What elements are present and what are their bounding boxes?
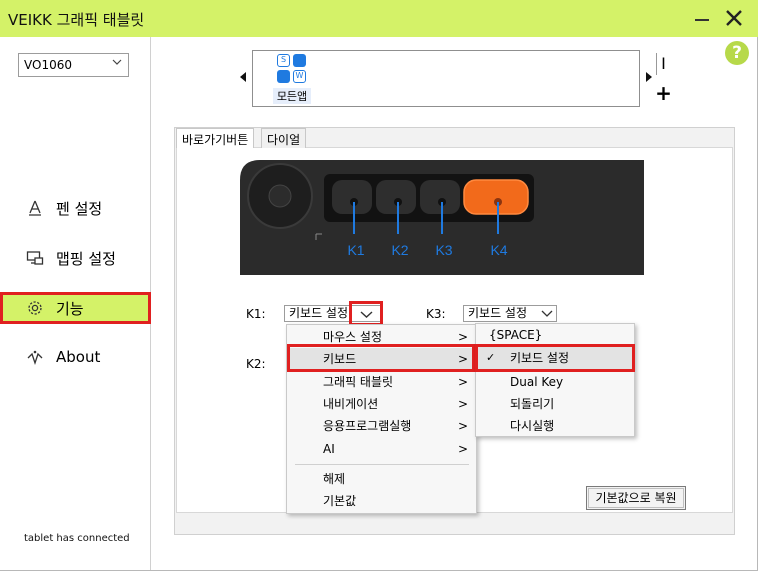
minimize-icon: [695, 19, 709, 21]
device-select[interactable]: VO1060: [18, 53, 129, 77]
gear-icon: [28, 301, 42, 315]
chevron-right-icon: >: [457, 397, 468, 411]
k2-label: K2:: [246, 357, 266, 371]
chevron-right-icon: >: [457, 375, 468, 389]
key-label-k4: K4: [490, 242, 507, 258]
k3-label: K3:: [426, 307, 446, 321]
key-label-k2: K2: [391, 242, 408, 258]
remove-app-button[interactable]: I: [656, 53, 670, 75]
window-title: VEIKK 그래픽 태블릿: [8, 11, 145, 29]
key-label-k3: K3: [435, 242, 452, 258]
add-app-button[interactable]: +: [655, 82, 672, 106]
menu-item-navigation[interactable]: 내비게이션 >: [287, 393, 476, 415]
chevron-right-icon: >: [457, 419, 468, 433]
title-bar: VEIKK 그래픽 태블릿: [0, 0, 758, 37]
sidebar-item-label: 펜 설정: [56, 200, 103, 218]
help-button[interactable]: ?: [725, 41, 749, 65]
app-scroll-right-button[interactable]: [646, 72, 652, 82]
k3-select-value: 키보드 설정: [468, 306, 528, 320]
k3-select[interactable]: 키보드 설정: [463, 305, 557, 322]
menu-separator: [295, 464, 469, 465]
tab-shortcut-buttons[interactable]: 바로가기버튼: [176, 128, 255, 148]
app-cell: [293, 54, 306, 67]
keyboard-item-highlight: [287, 344, 475, 372]
k1-select-value: 키보드 설정: [289, 306, 349, 320]
pen-icon: [29, 200, 41, 216]
sidebar-item-label: 기능: [56, 300, 84, 318]
sidebar-item-about[interactable]: About: [0, 342, 151, 374]
k1-dropdown-highlight[interactable]: [349, 301, 383, 326]
chevron-down-icon: [541, 310, 553, 317]
device-select-value: VO1060: [24, 58, 72, 72]
submenu-item-undo[interactable]: 되돌리기: [476, 393, 634, 415]
monitor-icon: [26, 251, 44, 265]
close-button[interactable]: [720, 4, 748, 32]
app-scroll-left-button[interactable]: [240, 72, 246, 82]
app-list: S W 모든앱: [252, 50, 640, 107]
tab-dial[interactable]: 다이얼: [261, 128, 307, 148]
menu-item-label: 마우스 설정: [323, 330, 383, 344]
menu-item-label: 내비게이션: [323, 397, 379, 411]
all-apps-icon: S W: [277, 54, 307, 84]
app-cell: S: [277, 54, 290, 67]
menu-item-run-application[interactable]: 응용프로그램실행 >: [287, 415, 476, 437]
chevron-down-icon: [112, 59, 122, 65]
menu-item-graphic-tablet[interactable]: 그래픽 태블릿 >: [287, 371, 476, 393]
menu-item-default[interactable]: 기본값: [287, 490, 476, 512]
connection-status: tablet has connected: [24, 533, 130, 544]
keyboard-submenu: {SPACE} ✓ 키보드 설정 Dual Key 되돌리기 다시실행: [475, 323, 635, 437]
chevron-down-icon: [360, 311, 373, 318]
sidebar-item-pen-settings[interactable]: 펜 설정: [0, 192, 151, 224]
app-cell: W: [293, 70, 306, 83]
menu-item-label: AI: [323, 442, 335, 456]
menu-item-label: 응용프로그램실행: [323, 419, 412, 433]
chevron-right-icon: >: [457, 442, 468, 456]
app-cell: [277, 70, 290, 83]
keyboard-settings-highlight: [475, 344, 635, 372]
sidebar-item-label: About: [56, 348, 101, 366]
about-icon: [27, 350, 43, 366]
menu-item-ai[interactable]: AI >: [287, 438, 476, 460]
help-icon: ?: [732, 43, 742, 63]
close-icon: [726, 10, 742, 26]
restore-defaults-button[interactable]: 기본값으로 복원: [586, 486, 686, 510]
menu-item-label: 그래픽 태블릿: [323, 375, 394, 389]
k1-label: K1:: [246, 307, 266, 321]
tablet-illustration: K1 K2 K3 K4: [240, 160, 644, 275]
sidebar-item-label: 맵핑 설정: [56, 250, 116, 268]
app-item-all[interactable]: S W 모든앱: [273, 54, 311, 104]
submenu-item-space[interactable]: {SPACE}: [476, 324, 634, 346]
sidebar-item-functions[interactable]: 기능: [0, 292, 151, 324]
app-item-label: 모든앱: [273, 88, 311, 104]
sidebar-item-mapping-settings[interactable]: 맵핑 설정: [0, 242, 151, 274]
key-label-k1: K1: [347, 242, 364, 258]
menu-item-clear[interactable]: 해제: [287, 468, 476, 490]
submenu-item-redo[interactable]: 다시실행: [476, 415, 634, 437]
minimize-button[interactable]: [688, 4, 716, 32]
submenu-item-dual-key[interactable]: Dual Key: [476, 371, 634, 393]
